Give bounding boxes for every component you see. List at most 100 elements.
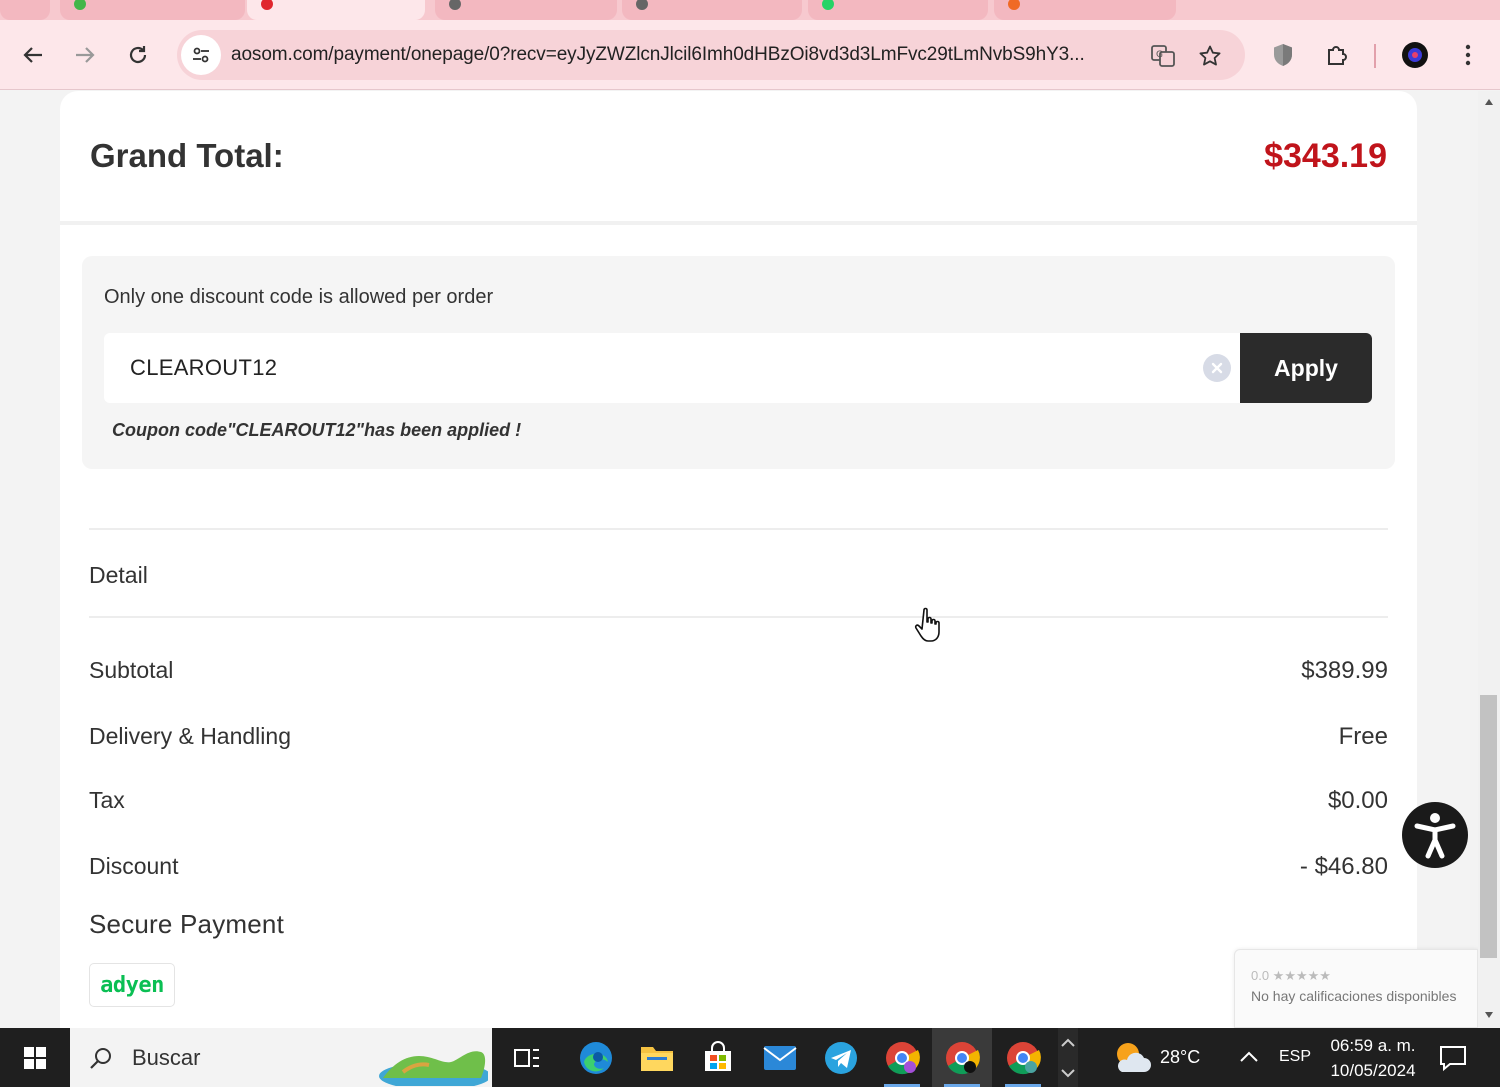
hand-cursor-icon [914, 607, 940, 642]
svg-text:G: G [1156, 50, 1163, 60]
subtotal-value: $389.99 [1301, 657, 1388, 684]
divider-top [89, 528, 1388, 530]
chrome-icon [946, 1041, 980, 1074]
chrome-icon [886, 1041, 920, 1074]
taskbar-store[interactable] [688, 1028, 748, 1087]
telegram-icon [825, 1041, 857, 1074]
search-highlight-image [379, 1051, 488, 1086]
translate-icon[interactable]: G [1149, 42, 1177, 70]
discount-label: Discount [89, 853, 179, 879]
profile-avatar[interactable] [1400, 40, 1430, 70]
system-clock[interactable]: 06:59 a. m. 10/05/2024 [1318, 1033, 1428, 1083]
avatar-icon [1402, 42, 1428, 68]
shield-extension-icon[interactable] [1268, 40, 1298, 70]
page-viewport: Grand Total: $343.19 Only one discount c… [0, 91, 1478, 1028]
task-view-icon [514, 1048, 539, 1067]
taskbar-telegram[interactable] [811, 1028, 871, 1087]
subtotal-row: Subtotal $389.99 [89, 657, 1388, 687]
adyen-logo: adyen [89, 963, 175, 1007]
rating-widget[interactable]: 0.0 ★★★★★ No hay calificaciones disponib… [1234, 949, 1478, 1028]
coupon-input-wrapper [104, 333, 1241, 403]
browser-toolbar: aosom.com/payment/onepage/0?recv=eyJyZWZ… [0, 20, 1500, 90]
task-view-button[interactable] [497, 1028, 557, 1087]
grand-total-value: $343.19 [1264, 137, 1387, 175]
input-language[interactable]: ESP [1279, 1048, 1311, 1066]
tax-row: Tax $0.00 [89, 787, 1388, 817]
rating-score: 0.0 ★★★★★ [1251, 968, 1331, 983]
site-info-button[interactable] [181, 35, 221, 75]
taskbar-search[interactable]: Buscar [70, 1028, 492, 1087]
taskbar-mail[interactable] [750, 1028, 810, 1087]
tab-4[interactable] [622, 0, 802, 20]
clock-time: 06:59 a. m. [1330, 1036, 1416, 1055]
taskbar-scroll-arrows[interactable] [1058, 1028, 1078, 1087]
notification-center-icon[interactable] [1438, 1043, 1468, 1073]
extensions-puzzle-icon[interactable] [1322, 40, 1352, 70]
taskbar-chrome-2-active[interactable] [932, 1028, 992, 1087]
tab-whatsapp[interactable] [808, 0, 988, 20]
page-scrollbar[interactable] [1478, 91, 1500, 1028]
store-icon [705, 1040, 731, 1071]
reload-icon [129, 46, 147, 64]
accessibility-button[interactable] [1402, 802, 1468, 868]
grand-total-label: Grand Total: [90, 137, 284, 174]
detail-heading: Detail [89, 562, 148, 588]
weather-icon[interactable] [1112, 1040, 1152, 1076]
tab-6[interactable] [994, 0, 1176, 20]
coupon-applied-message: Coupon code"CLEAROUT12"has been applied … [112, 420, 522, 440]
toolbar-separator [1374, 44, 1376, 68]
rating-text: No hay calificaciones disponibles [1251, 988, 1457, 1004]
more-vert-icon [1465, 44, 1471, 66]
tax-value: $0.00 [1327, 787, 1388, 814]
scroll-up-arrow[interactable] [1482, 95, 1496, 109]
taskbar-file-explorer[interactable] [627, 1028, 687, 1087]
divider-detail [89, 616, 1388, 618]
back-button[interactable] [15, 37, 51, 73]
forward-button[interactable] [67, 37, 103, 73]
url-text[interactable]: aosom.com/payment/onepage/0?recv=eyJyZWZ… [231, 44, 1143, 66]
taskbar-chrome-1[interactable] [872, 1028, 932, 1087]
delivery-label: Delivery & Handling [89, 723, 291, 749]
tune-icon [193, 47, 209, 63]
tab-strip [0, 0, 1500, 20]
mail-icon [763, 1045, 797, 1070]
coupon-code-input[interactable] [104, 333, 1194, 403]
tax-label: Tax [89, 787, 125, 813]
search-icon [90, 1047, 111, 1069]
close-icon [1211, 362, 1223, 374]
tab-3[interactable] [435, 0, 617, 20]
start-button[interactable] [0, 1028, 70, 1087]
menu-kebab-button[interactable] [1453, 40, 1483, 70]
apply-coupon-button[interactable]: Apply [1240, 333, 1372, 403]
search-placeholder: Buscar [132, 1044, 201, 1070]
chevron-updown-icon [1061, 1038, 1075, 1078]
tab-search[interactable] [0, 0, 50, 20]
taskbar-edge[interactable] [566, 1028, 626, 1087]
forward-arrow-icon [76, 47, 95, 63]
weather-temperature[interactable]: 28°C [1160, 1047, 1200, 1068]
scroll-down-arrow[interactable] [1482, 1008, 1496, 1022]
clear-coupon-button[interactable] [1203, 354, 1231, 382]
coupon-note: Only one discount code is allowed per or… [104, 286, 494, 308]
coupon-section: Only one discount code is allowed per or… [82, 256, 1395, 469]
clock-date: 10/05/2024 [1330, 1061, 1416, 1080]
edge-icon [580, 1041, 612, 1074]
discount-row: Discount - $46.80 [89, 853, 1388, 883]
tab-aosom-active[interactable] [247, 0, 425, 20]
taskbar-chrome-3[interactable] [993, 1028, 1053, 1087]
chevron-up-icon[interactable] [1238, 1048, 1260, 1064]
folder-icon [641, 1046, 673, 1071]
order-summary-card: Grand Total: $343.19 Only one discount c… [60, 91, 1417, 1028]
scroll-thumb[interactable] [1480, 695, 1497, 958]
secure-payment-heading: Secure Payment [89, 909, 285, 939]
delivery-row: Delivery & Handling Free [89, 723, 1388, 753]
discount-value: - $46.80 [1299, 853, 1388, 880]
windows-logo-icon [24, 1046, 46, 1069]
windows-taskbar: Buscar 28°C ESP 06:59 a. m. 10/05/2024 [0, 1028, 1500, 1087]
grand-total-row: Grand Total: $343.19 [60, 91, 1417, 225]
chrome-icon [1007, 1041, 1041, 1074]
tab-1[interactable] [60, 0, 245, 20]
reload-button[interactable] [120, 37, 156, 73]
address-bar[interactable]: aosom.com/payment/onepage/0?recv=eyJyZWZ… [177, 30, 1245, 80]
bookmark-star-icon[interactable] [1196, 42, 1224, 70]
